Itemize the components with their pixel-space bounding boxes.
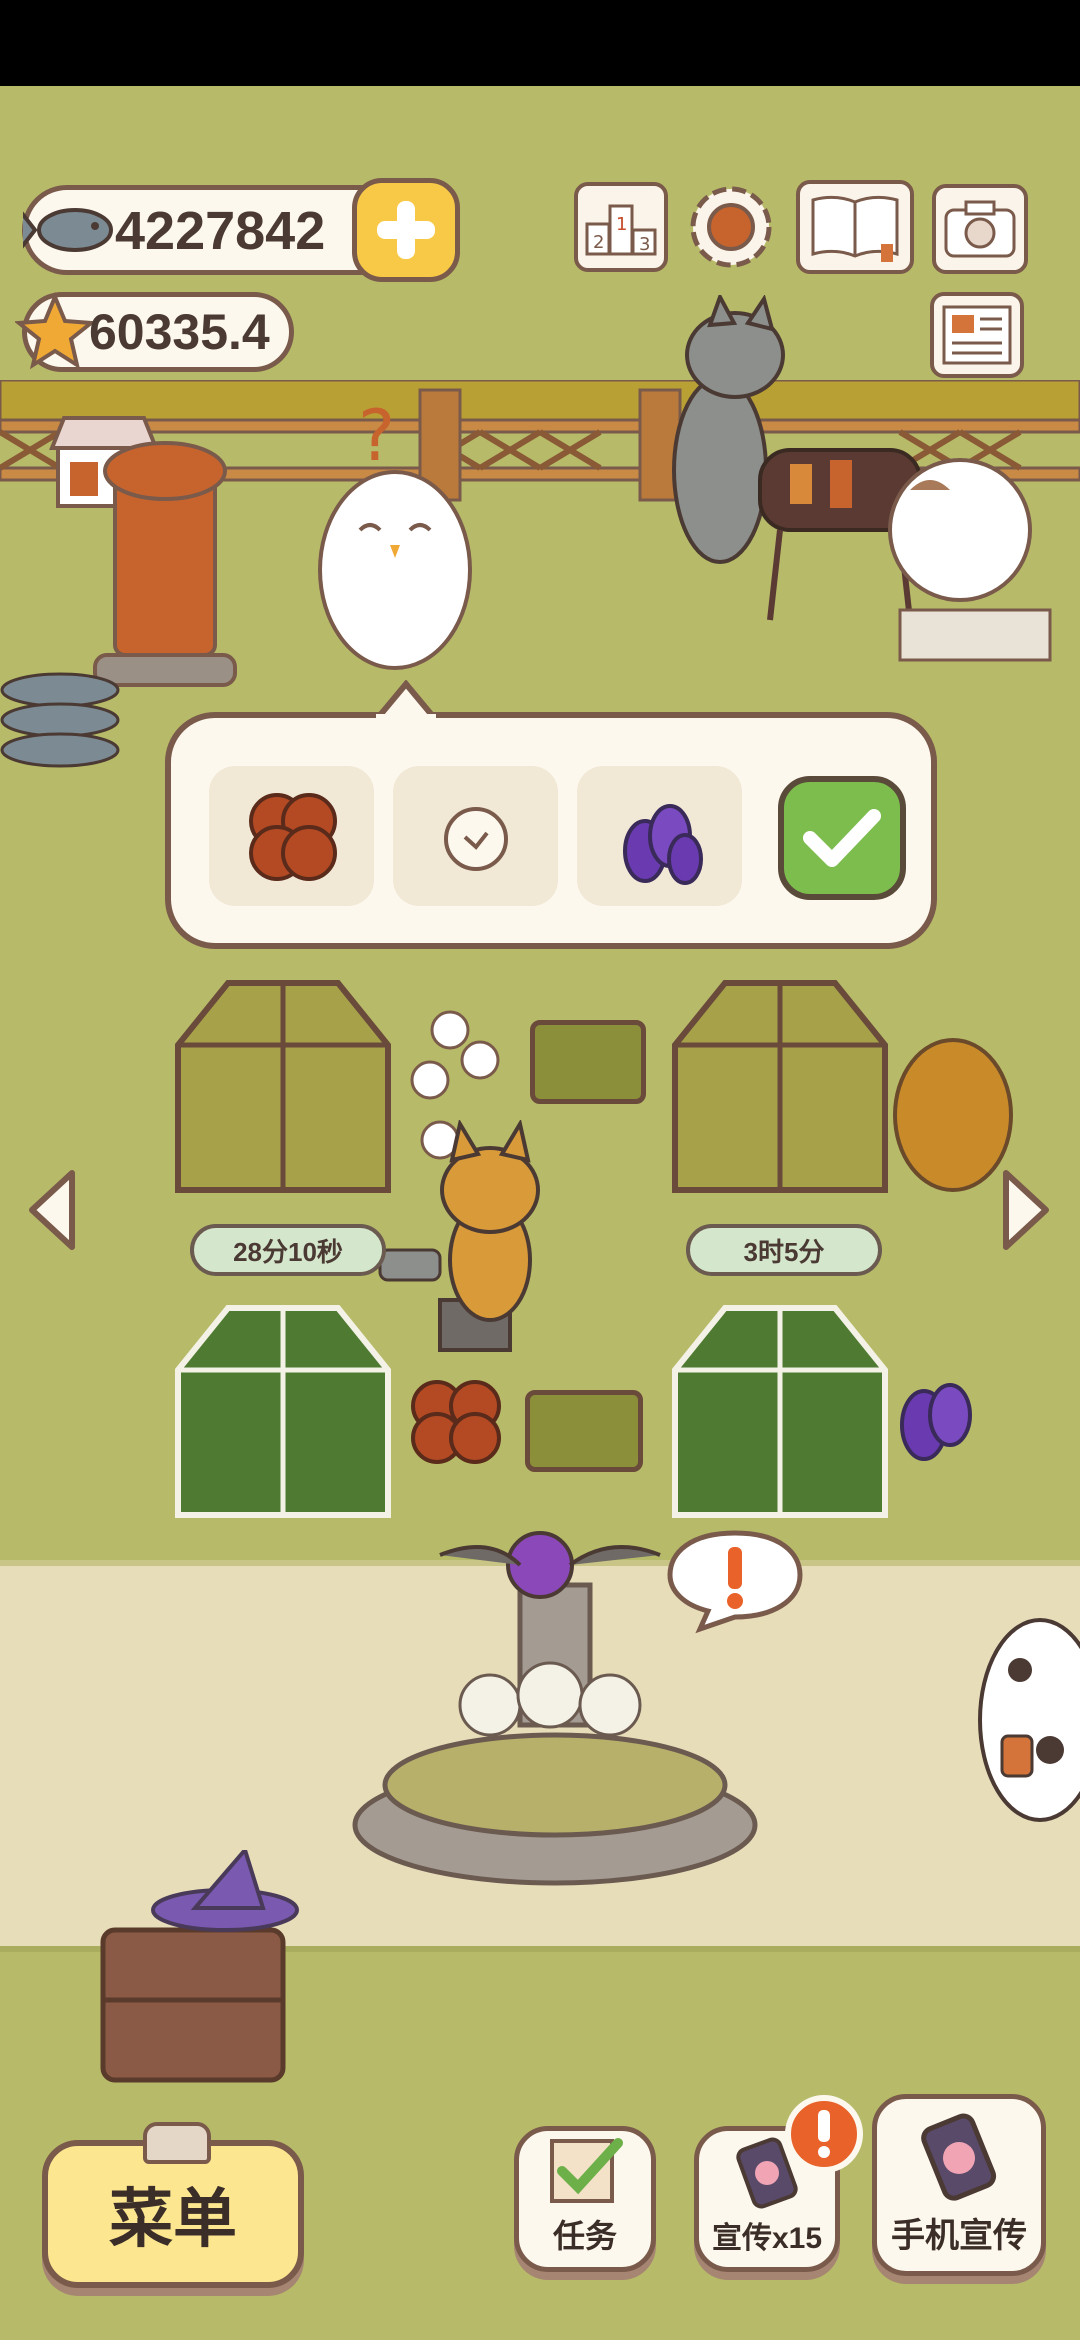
seed-slot-walnut[interactable] — [209, 766, 374, 906]
tasks-button[interactable]: 任务 — [514, 2126, 656, 2272]
mailbox-pillar — [93, 441, 237, 687]
alert-speech-bubble[interactable] — [660, 1525, 810, 1635]
star-currency-display: 60335.4 — [15, 291, 294, 372]
phone-promo-button[interactable]: 手机宣传 — [872, 2094, 1046, 2276]
fish-pile — [0, 672, 120, 768]
promo-label: 宣传x15 — [711, 2222, 823, 2255]
camera-icon — [944, 200, 1016, 258]
eggplant-seed-icon — [622, 804, 703, 885]
menu-button[interactable]: 菜单 — [42, 2122, 304, 2288]
task-checklist-icon — [550, 2138, 623, 2203]
tasks-label: 任务 — [552, 2218, 617, 2254]
fish-count: 4227842 — [115, 201, 326, 261]
owl-character[interactable]: ? — [300, 400, 490, 680]
menu-clip-icon — [143, 2122, 211, 2164]
seed-slot-eggplant[interactable] — [577, 766, 742, 906]
greenhouse-timer-right: 3时5分 — [686, 1224, 882, 1276]
add-fish-button[interactable] — [352, 178, 460, 282]
confirm-button[interactable] — [778, 776, 906, 900]
svg-text:2: 2 — [593, 232, 604, 253]
svg-text:?: ? — [358, 400, 395, 477]
garden-plot[interactable] — [525, 1390, 643, 1472]
leaderboard-icon: 2 1 3 — [585, 204, 657, 256]
walnut-crop — [411, 1380, 501, 1464]
star-count: 60335.4 — [89, 304, 270, 360]
previous-garden-arrow[interactable] — [22, 1165, 82, 1255]
greenhouse-timer-left: 28分10秒 — [190, 1224, 386, 1276]
plus-icon — [377, 201, 435, 259]
newspaper-button[interactable] — [930, 292, 1024, 378]
cat-chef-character[interactable] — [880, 440, 1060, 680]
greenhouse-top-right[interactable] — [665, 975, 895, 1195]
album-book-icon — [811, 195, 899, 262]
greenhouse-bottom-right[interactable] — [665, 1300, 895, 1520]
star-icon — [15, 291, 95, 370]
settings-gear-icon — [690, 186, 772, 268]
popup-pointer — [376, 680, 436, 720]
onion-seed-icon — [443, 807, 508, 871]
album-button[interactable] — [796, 180, 914, 274]
menu-label: 菜单 — [109, 2183, 237, 2255]
svg-text:1: 1 — [616, 214, 627, 235]
next-garden-arrow[interactable] — [996, 1165, 1056, 1255]
phone-promo-label: 手机宣传 — [891, 2217, 1027, 2255]
phone-promo-large-icon — [921, 2113, 997, 2201]
settings-button[interactable] — [686, 182, 776, 272]
camera-button[interactable] — [932, 184, 1028, 274]
checkmark-icon — [803, 809, 881, 867]
seed-slot-onion[interactable] — [393, 766, 558, 906]
leaderboard-button[interactable]: 2 1 3 — [574, 182, 668, 272]
walnut-seed-icon — [248, 793, 337, 881]
seed-selection-popup — [165, 680, 937, 949]
status-bar — [0, 0, 1080, 86]
player-cat-character[interactable] — [360, 1120, 590, 1370]
dog-character[interactable] — [960, 1610, 1080, 1830]
svg-text:3: 3 — [639, 234, 650, 255]
fish-icon — [23, 208, 113, 252]
garden-plot[interactable] — [530, 1020, 646, 1104]
promo-alert-badge — [785, 2095, 863, 2173]
witch-dresser[interactable] — [95, 1850, 305, 2110]
newspaper-icon — [942, 305, 1012, 365]
eggplant-crop — [900, 1383, 972, 1461]
